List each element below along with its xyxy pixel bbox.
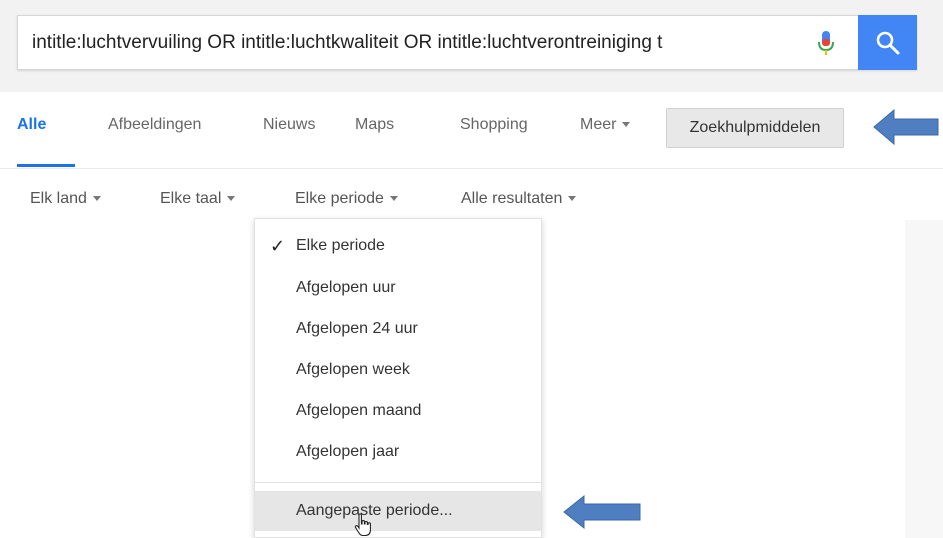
tool-period[interactable]: Elke periode — [295, 190, 398, 208]
menu-divider — [255, 482, 541, 483]
tab-afbeeldingen[interactable]: Afbeeldingen — [108, 116, 201, 134]
menu-item-label: Afgelopen maand — [296, 402, 422, 419]
caret-down-icon — [622, 122, 631, 128]
search-icon — [876, 31, 900, 55]
menu-item-label: Afgelopen 24 uur — [296, 320, 418, 337]
menu-item-custom-range[interactable]: Aangepaste periode... — [255, 491, 541, 531]
tool-period-label: Elke periode — [295, 190, 384, 207]
tab-shopping[interactable]: Shopping — [460, 116, 528, 134]
side-panel — [905, 220, 943, 538]
caret-down-icon — [227, 196, 236, 202]
active-tab-indicator — [17, 164, 75, 167]
caret-down-icon — [568, 196, 577, 202]
menu-item-past-month[interactable]: Afgelopen maand — [255, 393, 541, 429]
tab-meer[interactable]: Meer — [580, 116, 631, 134]
caret-down-icon — [389, 196, 398, 202]
checkmark-icon: ✓ — [270, 236, 286, 256]
menu-item-past-24-hours[interactable]: Afgelopen 24 uur — [255, 311, 541, 347]
microphone-icon[interactable] — [815, 29, 837, 59]
search-tools-button[interactable]: Zoekhulpmiddelen — [666, 108, 844, 148]
tool-country-label: Elk land — [30, 190, 87, 207]
menu-item-label: Elke periode — [296, 237, 385, 254]
tool-language[interactable]: Elke taal — [160, 190, 236, 208]
menu-item-past-hour[interactable]: Afgelopen uur — [255, 270, 541, 306]
menu-item-past-year[interactable]: Afgelopen jaar — [255, 434, 541, 470]
caret-down-icon — [92, 196, 101, 202]
tab-nieuws[interactable]: Nieuws — [263, 116, 315, 134]
arrow-left-icon — [873, 108, 939, 146]
arrow-left-icon — [563, 494, 641, 530]
period-dropdown-menu: ✓ Elke periode Afgelopen uur Afgelopen 2… — [254, 218, 542, 538]
search-input[interactable]: intitle:luchtvervuiling OR intitle:lucht… — [32, 16, 802, 69]
tool-country[interactable]: Elk land — [30, 190, 101, 208]
menu-item-label: Afgelopen uur — [296, 279, 396, 296]
tool-results-label: Alle resultaten — [461, 190, 563, 207]
tool-results[interactable]: Alle resultaten — [461, 190, 577, 208]
tool-language-label: Elke taal — [160, 190, 222, 207]
menu-item-any-time[interactable]: ✓ Elke periode — [255, 228, 541, 264]
menu-item-label: Afgelopen jaar — [296, 443, 400, 460]
tab-maps[interactable]: Maps — [355, 116, 394, 134]
menu-item-past-week[interactable]: Afgelopen week — [255, 352, 541, 388]
tab-alle[interactable]: Alle — [17, 116, 46, 134]
hand-pointer-icon — [354, 513, 371, 537]
menu-item-label: Afgelopen week — [296, 361, 410, 378]
tab-meer-label: Meer — [580, 116, 617, 133]
search-box[interactable]: intitle:luchtvervuiling OR intitle:lucht… — [17, 15, 917, 70]
search-button[interactable] — [858, 15, 917, 70]
